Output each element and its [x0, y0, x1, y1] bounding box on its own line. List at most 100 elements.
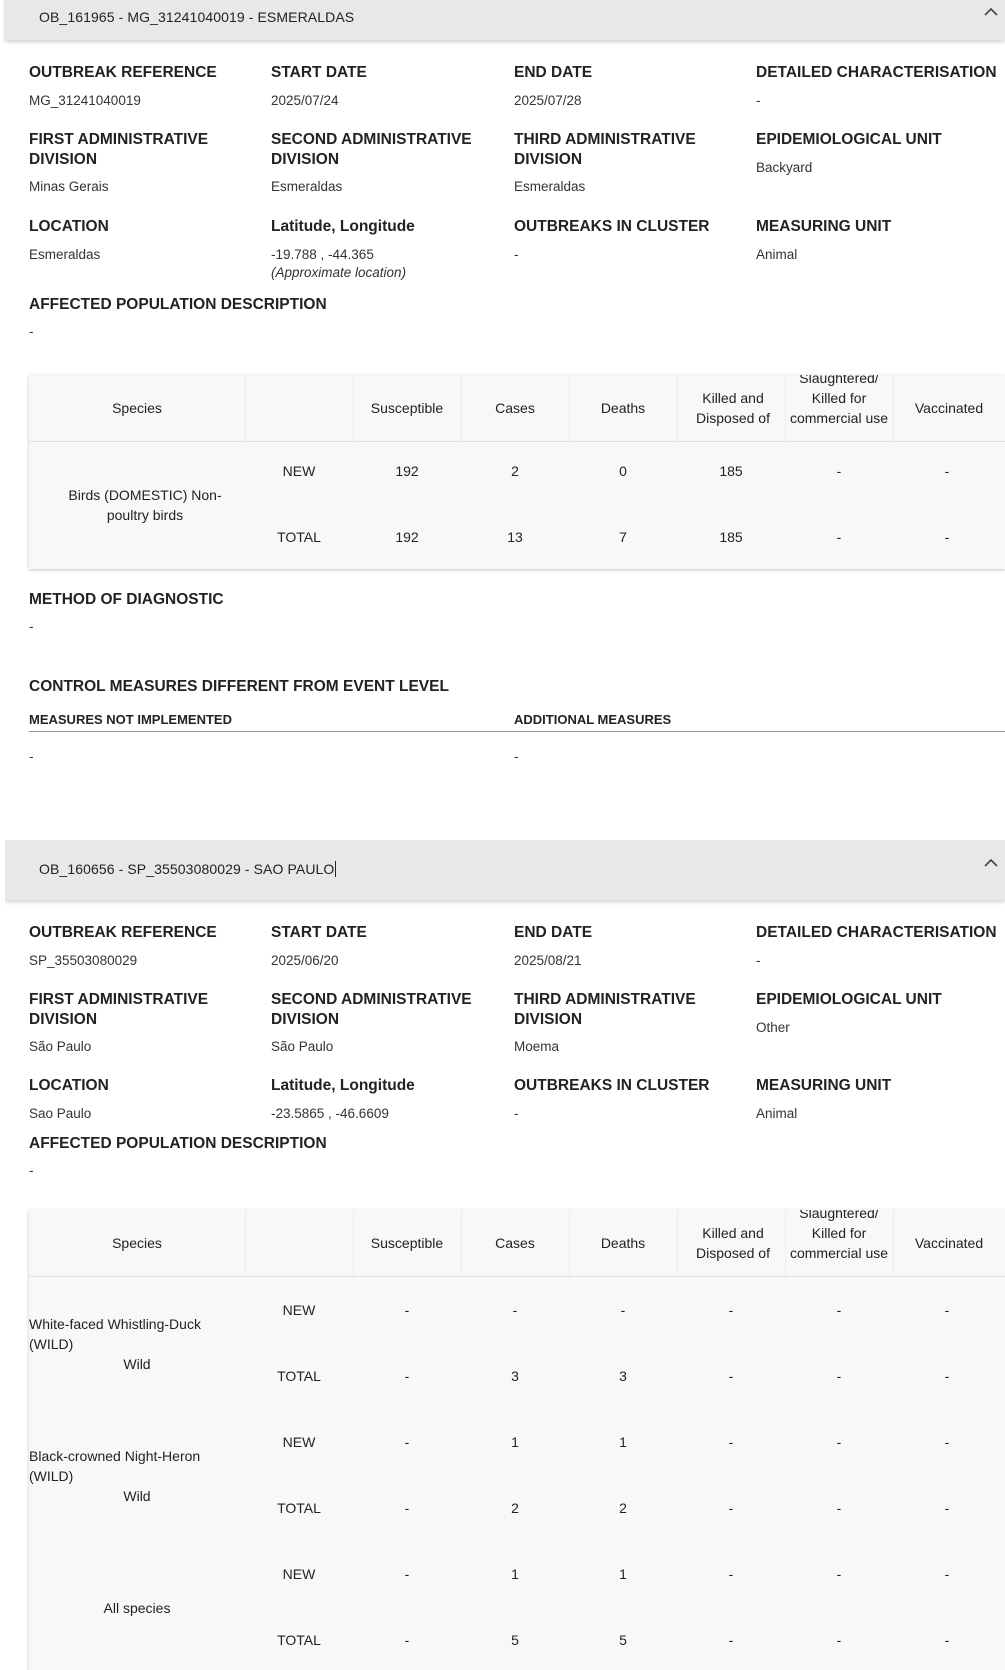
cell-deaths: 3: [619, 1368, 627, 1384]
divider: [29, 731, 1005, 732]
cell-cases: 5: [511, 1632, 519, 1648]
column-divider: [569, 1210, 570, 1276]
header-divider: [29, 441, 1005, 442]
coordinates: -23.5865 , -46.6609: [271, 1106, 389, 1121]
column-header-slaughtered: Slaughtered/ Killed for commercial use: [789, 1210, 889, 1261]
cell-vaccinated: -: [944, 1632, 950, 1648]
cell-killed-disposed: -: [728, 1302, 734, 1318]
species-name: White-faced Whistling-Duck (WILD): [29, 1316, 201, 1352]
cell-susceptible: -: [404, 1500, 410, 1516]
column-divider: [569, 375, 570, 441]
field-value: Esmeraldas: [271, 179, 343, 194]
outbreak-title: OB_160656 - SP_35503080029 - SAO PAULO: [39, 861, 337, 877]
species-table: Species Susceptible Cases Deaths Killed …: [29, 1210, 1005, 1670]
cell-slaughtered: -: [836, 463, 842, 479]
field-label: END DATE: [514, 64, 593, 81]
measures-not-implemented-value: -: [29, 749, 34, 764]
species-subtype: Wild: [123, 1488, 151, 1504]
cell-deaths: 1: [619, 1566, 627, 1582]
method-of-diagnostic-label: METHOD OF DIAGNOSTIC: [29, 591, 224, 608]
control-measures-label: CONTROL MEASURES DIFFERENT FROM EVENT LE…: [29, 678, 449, 695]
field-value: Minas Gerais: [29, 179, 109, 194]
cell-susceptible: -: [404, 1368, 410, 1384]
column-header-deaths: Deaths: [600, 400, 646, 416]
column-header-species: Species: [112, 400, 162, 416]
field-label: OUTBREAKS IN CLUSTER: [514, 218, 710, 235]
additional-measures-value: -: [514, 749, 519, 764]
cell-slaughtered: -: [836, 1368, 842, 1384]
field-label: FIRST ADMINISTRATIVE DIVISION: [29, 131, 209, 168]
cell-killed-disposed: -: [728, 1500, 734, 1516]
cell-cases: 2: [511, 1500, 519, 1516]
column-divider: [461, 1210, 462, 1276]
column-header-susceptible: Susceptible: [370, 400, 444, 416]
field-value: 2025/07/24: [271, 93, 339, 108]
species-name: Birds (DOMESTIC) Non-poultry birds: [68, 487, 222, 523]
column-divider: [245, 1210, 246, 1276]
field-value: 2025/08/21: [514, 953, 582, 968]
cell-slaughtered: -: [836, 529, 842, 545]
chevron-up-icon[interactable]: [981, 2, 1001, 22]
field-label: SECOND ADMINISTRATIVE DIVISION: [271, 131, 472, 168]
column-divider: [353, 375, 354, 441]
cell-deaths: 1: [619, 1434, 627, 1450]
cell-killed-disposed: 185: [719, 463, 743, 479]
column-divider: [893, 1210, 894, 1276]
field-value: Sao Paulo: [29, 1106, 92, 1121]
field-label: MEASURING UNIT: [756, 218, 892, 235]
cell-vaccinated: -: [944, 1500, 950, 1516]
field-label: SECOND ADMINISTRATIVE DIVISION: [271, 991, 472, 1028]
field-value: Esmeraldas: [514, 179, 586, 194]
field-value: Moema: [514, 1039, 560, 1054]
column-header-vaccinated: Vaccinated: [914, 400, 984, 416]
cell-deaths: 7: [619, 529, 627, 545]
cell-deaths: 5: [619, 1632, 627, 1648]
column-divider: [245, 375, 246, 441]
cell-killed-disposed: 185: [719, 529, 743, 545]
field-value: -: [756, 93, 761, 108]
column-divider: [677, 375, 678, 441]
row-label-new: NEW: [282, 1566, 316, 1582]
affected-population-label: AFFECTED POPULATION DESCRIPTION: [29, 1135, 327, 1152]
field-value: Other: [756, 1020, 790, 1035]
coordinates-value: -19.788 , -44.365 (Approximate location): [271, 246, 491, 282]
affected-population-value: -: [29, 324, 34, 339]
cell-slaughtered: -: [836, 1632, 842, 1648]
cell-susceptible: 192: [395, 529, 419, 545]
field-label: THIRD ADMINISTRATIVE DIVISION: [514, 991, 696, 1028]
column-divider: [461, 375, 462, 441]
field-label: LOCATION: [29, 218, 109, 235]
chevron-up-icon[interactable]: [981, 853, 1001, 873]
table-header: Species Susceptible Cases Deaths Killed …: [29, 375, 1005, 441]
field-value: Backyard: [756, 160, 813, 175]
field-label: MEASURING UNIT: [756, 1077, 892, 1094]
row-label-new: NEW: [282, 1434, 316, 1450]
cell-killed-disposed: -: [728, 1566, 734, 1582]
column-divider: [785, 1210, 786, 1276]
outbreak-panel-header[interactable]: OB_160656 - SP_35503080029 - SAO PAULO: [5, 840, 1005, 900]
column-header-cases: Cases: [495, 400, 535, 416]
cell-slaughtered: -: [836, 1500, 842, 1516]
row-label-total: TOTAL: [277, 1632, 321, 1648]
row-label-total: TOTAL: [277, 529, 321, 545]
cell-cases: 13: [507, 529, 523, 545]
cell-susceptible: 192: [395, 463, 419, 479]
field-label: OUTBREAK REFERENCE: [29, 64, 217, 81]
additional-measures-label: ADDITIONAL MEASURES: [514, 712, 672, 727]
cell-vaccinated: -: [944, 1368, 950, 1384]
cell-cases: 2: [511, 463, 519, 479]
field-label: EPIDEMIOLOGICAL UNIT: [756, 131, 942, 148]
column-header-vaccinated: Vaccinated: [914, 1235, 984, 1251]
outbreak-panel-header[interactable]: OB_161965 - MG_31241040019 - ESMERALDAS: [5, 0, 1005, 40]
cell-susceptible: -: [404, 1302, 410, 1318]
cell-slaughtered: -: [836, 1434, 842, 1450]
column-header-species: Species: [112, 1235, 162, 1251]
field-value: 2025/07/28: [514, 93, 582, 108]
outbreak-panel-2: OB_160656 - SP_35503080029 - SAO PAULO O…: [5, 840, 1005, 1670]
approximate-location-note: (Approximate location): [271, 265, 407, 280]
field-label: THIRD ADMINISTRATIVE DIVISION: [514, 131, 696, 168]
cell-killed-disposed: -: [728, 1368, 734, 1384]
column-divider: [677, 1210, 678, 1276]
cell-deaths: -: [620, 1302, 626, 1318]
outbreak-panel-1: OB_161965 - MG_31241040019 - ESMERALDAS …: [5, 0, 1005, 840]
